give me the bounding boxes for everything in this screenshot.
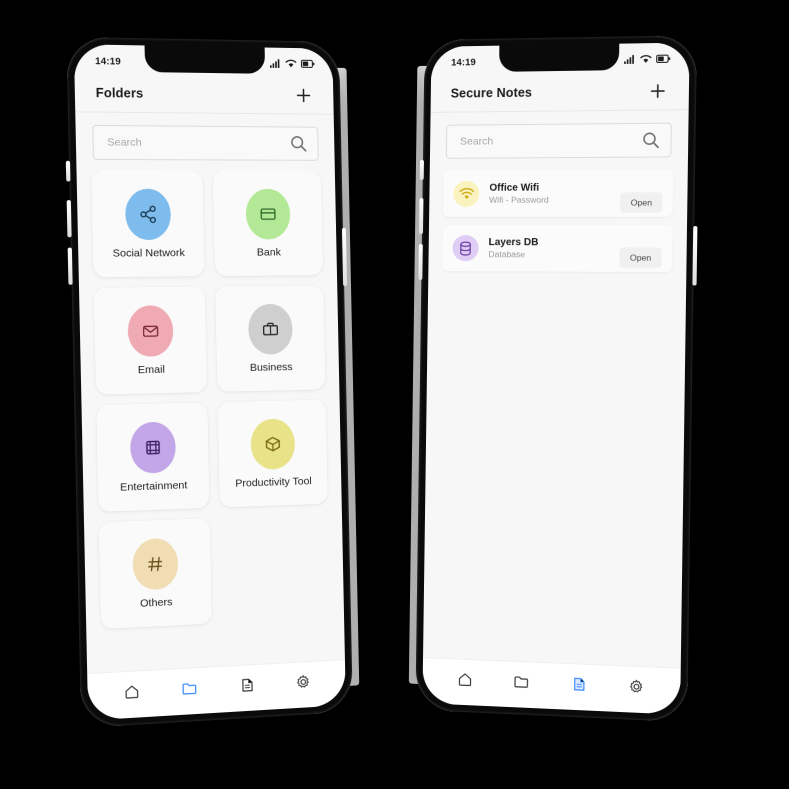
folder-card-others[interactable]: Others	[98, 518, 213, 630]
note-texts: Layers DB Database	[488, 237, 609, 260]
nav-item-settings[interactable]	[288, 666, 318, 698]
folder-card-email[interactable]: Email	[93, 286, 208, 395]
search-input[interactable]: Search	[445, 122, 672, 159]
search-placeholder: Search	[107, 136, 142, 149]
briefcase-icon	[247, 303, 293, 355]
status-icons	[269, 56, 315, 68]
mute-switch[interactable]	[419, 159, 424, 180]
plus-icon	[649, 82, 666, 99]
power-button[interactable]	[692, 226, 698, 286]
nav-item-settings[interactable]	[621, 671, 652, 703]
nav-item-folders[interactable]	[506, 666, 537, 698]
phone-right: 14:19 Secure Notes Search Office Wifi Wi…	[408, 35, 698, 723]
plus-icon	[295, 87, 311, 103]
notch	[499, 43, 620, 72]
battery-icon	[301, 59, 315, 68]
status-time: 14:19	[451, 56, 476, 69]
app-header: Folders	[74, 73, 334, 115]
cube-icon	[250, 418, 296, 470]
folder-card-social-network[interactable]: Social Network	[91, 170, 205, 278]
app-header: Secure Notes	[430, 71, 690, 113]
credit-card-icon	[245, 188, 291, 240]
note-title: Layers DB	[488, 236, 539, 249]
open-button[interactable]: Open	[620, 192, 663, 213]
nav-item-folders[interactable]	[174, 672, 205, 704]
folder-grid: Social Network Bank Email Business Enter…	[91, 170, 330, 630]
search-section: Search	[75, 112, 335, 171]
folder-label: Productivity Tool	[235, 474, 312, 490]
folder-label: Others	[139, 595, 173, 610]
note-list: Office Wifi Wifi - Password Open Layers …	[442, 168, 674, 273]
search-input[interactable]: Search	[92, 124, 319, 161]
page-title: Folders	[95, 85, 144, 101]
database-icon	[452, 235, 479, 262]
volume-down-button[interactable]	[418, 243, 423, 281]
folder-label: Social Network	[112, 246, 185, 260]
status-icons	[624, 51, 671, 64]
search-placeholder: Search	[459, 135, 494, 148]
volume-up-button[interactable]	[66, 200, 72, 238]
status-time: 14:19	[94, 55, 122, 68]
folder-card-business[interactable]: Business	[215, 285, 326, 392]
notch	[144, 45, 266, 74]
mute-switch[interactable]	[65, 160, 71, 182]
phone-left: 14:19 Folders Search Social Network Bank…	[65, 36, 360, 729]
hash-icon	[132, 537, 179, 591]
folder-label: Bank	[256, 246, 281, 259]
signal-bars-icon	[269, 58, 281, 68]
folder-label: Business	[249, 360, 293, 374]
volume-up-button[interactable]	[418, 197, 424, 234]
folder-card-entertainment[interactable]: Entertainment	[96, 402, 210, 512]
note-texts: Office Wifi Wifi - Password	[489, 182, 610, 205]
add-note-button[interactable]	[647, 80, 668, 101]
volume-down-button[interactable]	[67, 247, 73, 285]
note-row-office-wifi[interactable]: Office Wifi Wifi - Password Open	[443, 169, 674, 217]
add-folder-button[interactable]	[293, 85, 313, 105]
nav-item-home[interactable]	[450, 664, 480, 695]
notes-scroll-area[interactable]: Office Wifi Wifi - Password Open Layers …	[423, 167, 688, 668]
mockup-canvas: 14:19 Folders Search Social Network Bank…	[0, 0, 789, 789]
note-subtitle: Wifi - Password	[489, 194, 549, 205]
folder-card-bank[interactable]: Bank	[212, 170, 324, 277]
envelope-icon	[127, 304, 174, 357]
nav-item-notes[interactable]	[563, 668, 594, 700]
search-icon[interactable]	[641, 131, 660, 150]
note-subtitle: Database	[488, 248, 526, 260]
page-title: Secure Notes	[450, 85, 533, 101]
signal-bars-icon	[624, 54, 635, 64]
wifi-icon	[285, 58, 297, 67]
folder-label: Entertainment	[119, 478, 188, 494]
wifi-icon	[453, 180, 480, 207]
phone-left-screen: 14:19 Folders Search Social Network Bank…	[73, 44, 346, 721]
film-strip-icon	[129, 421, 177, 474]
search-icon[interactable]	[289, 135, 307, 153]
phone-right-screen: 14:19 Secure Notes Search Office Wifi Wi…	[422, 42, 690, 715]
nav-item-home[interactable]	[116, 676, 148, 708]
folder-card-productivity-tool[interactable]: Productivity Tool	[217, 399, 328, 508]
battery-icon	[656, 54, 671, 63]
note-row-layers-db[interactable]: Layers DB Database Open	[442, 224, 673, 273]
note-title: Office Wifi	[489, 182, 540, 194]
share-nodes-icon	[124, 188, 172, 240]
search-section: Search	[429, 110, 689, 169]
wifi-icon	[640, 54, 653, 63]
folders-scroll-area[interactable]: Social Network Bank Email Business Enter…	[76, 170, 345, 674]
nav-item-notes[interactable]	[232, 669, 263, 701]
folder-label: Email	[137, 363, 166, 377]
open-button[interactable]: Open	[619, 247, 662, 268]
